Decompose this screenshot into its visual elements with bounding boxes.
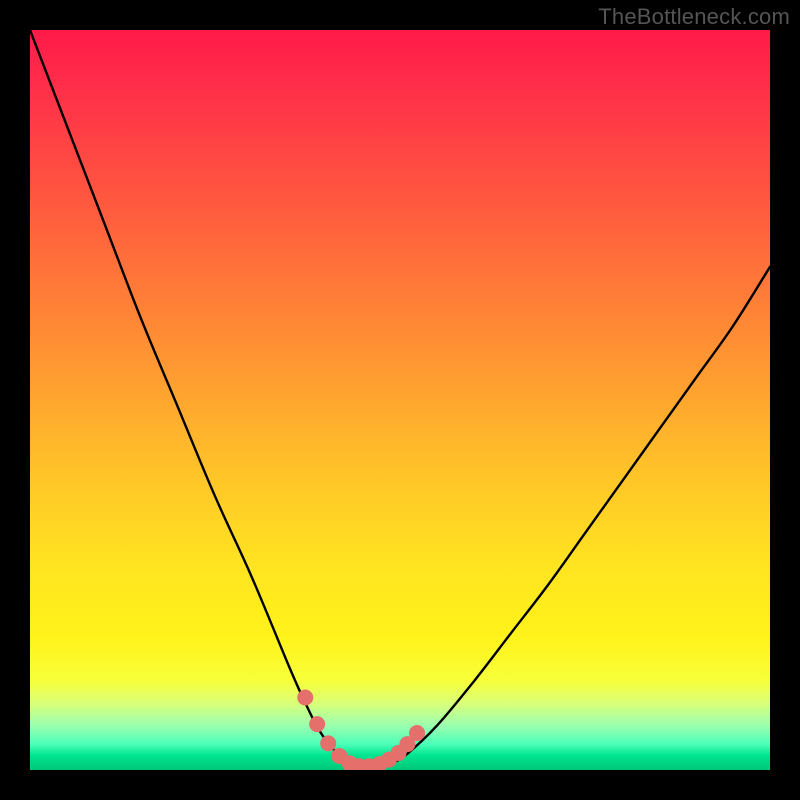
- sweet-spot-dot: [297, 689, 313, 705]
- chart-frame: TheBottleneck.com: [0, 0, 800, 800]
- watermark-label: TheBottleneck.com: [598, 4, 790, 30]
- plot-area: [30, 30, 770, 770]
- sweet-spot-dot: [409, 725, 425, 741]
- bottleneck-curve: [30, 30, 770, 767]
- sweet-spot-markers: [297, 689, 425, 770]
- curve-layer: [30, 30, 770, 770]
- sweet-spot-dot: [309, 716, 325, 732]
- sweet-spot-dot: [320, 735, 336, 751]
